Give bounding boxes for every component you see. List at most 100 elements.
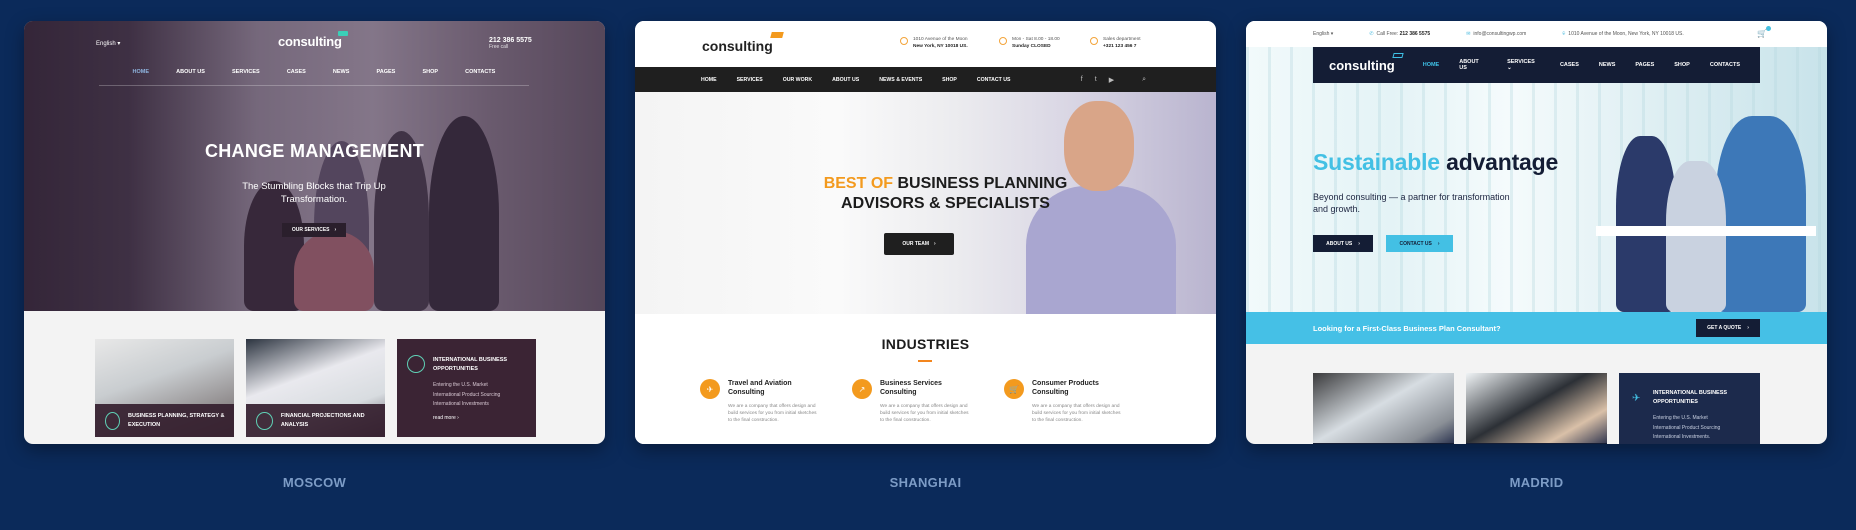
nav-contacts[interactable]: CONTACTS: [1710, 62, 1740, 68]
nav-services[interactable]: SERVICES ⌄: [1507, 59, 1540, 71]
cart-icon: 🛒: [1004, 379, 1024, 399]
tile-line: International Product Sourcing: [1653, 424, 1721, 431]
chevron-right-icon: ›: [1747, 325, 1749, 331]
cta-banner: Looking for a First-Class Business Plan …: [1246, 312, 1827, 344]
twitter-icon[interactable]: t: [1095, 76, 1097, 84]
logo[interactable]: consulting: [1329, 52, 1404, 73]
nav-shop[interactable]: SHOP: [422, 69, 438, 75]
nav-home[interactable]: HOME: [133, 69, 150, 75]
read-more-link[interactable]: read more ›: [433, 415, 459, 421]
nav-contact-us[interactable]: CONTACT US: [977, 77, 1011, 83]
contact-us-button[interactable]: CONTACT US ›: [1386, 235, 1453, 252]
email-link[interactable]: ✉ info@consultingwp.com: [1466, 31, 1526, 37]
industry-item[interactable]: ✈ Travel and Aviation Consulting We are …: [700, 379, 820, 424]
nav-cases[interactable]: CASES: [287, 69, 306, 75]
our-team-button[interactable]: OUR TEAM ›: [884, 233, 954, 255]
facebook-icon[interactable]: f: [1081, 76, 1083, 84]
about-us-button[interactable]: ABOUT US ›: [1313, 235, 1373, 252]
plant-hand-icon: [105, 411, 121, 430]
service-tile[interactable]: FINANCIAL PROJECTIONS AND ANALYSIS: [246, 339, 385, 437]
chevron-right-icon: ›: [1437, 240, 1440, 247]
city-label-shanghai[interactable]: SHANGHAI: [635, 475, 1216, 490]
city-label-moscow[interactable]: MOSCOW: [24, 475, 605, 490]
service-tile[interactable]: [1313, 373, 1454, 444]
search-icon[interactable]: ⌕: [1142, 76, 1146, 84]
madrid-preview-card[interactable]: English ▾ ✆ Call Free: 212 386 5575 ✉ info…: [1246, 21, 1827, 444]
industry-item[interactable]: 🛒 Consumer Products Consulting We are a …: [1004, 379, 1124, 424]
mail-icon: ✉: [1466, 31, 1471, 37]
youtube-icon[interactable]: ▶: [1109, 76, 1114, 84]
hero-subtitle: Beyond consulting — a partner for transf…: [1313, 192, 1510, 214]
industries-section: INDUSTRIES ✈ Travel and Aviation Consult…: [635, 314, 1216, 444]
tile-line: Entering the U.S. Market: [1653, 415, 1708, 421]
our-services-button[interactable]: OUR SERVICES ›: [282, 223, 346, 237]
banner-text: Looking for a First-Class Business Plan …: [1313, 323, 1501, 333]
map-pin-icon: ⌾: [1562, 31, 1566, 37]
tile-line: International Investments.: [1653, 434, 1711, 440]
language-selector[interactable]: English ▾: [1313, 31, 1333, 37]
tile-line: International Investments: [433, 401, 489, 407]
shanghai-preview-card[interactable]: consulting 1010 Avenue of the Moon New Yo…: [635, 21, 1216, 444]
phone-icon: [1090, 37, 1098, 45]
nav-services[interactable]: SERVICES: [232, 69, 260, 75]
city-label-madrid[interactable]: MADRID: [1246, 475, 1827, 490]
tile-title: INTERNATIONAL BUSINESS OPPORTUNITIES: [1653, 390, 1728, 405]
sales-info: Sales department +321 123 456 7: [1090, 36, 1141, 50]
head-gauge-icon: [256, 411, 273, 430]
nav-shop[interactable]: SHOP: [1674, 62, 1690, 68]
main-nav: HOME ABOUT US SERVICES CASES NEWS PAGES …: [99, 69, 529, 86]
nav-home[interactable]: HOME: [1423, 62, 1440, 68]
nav-news-events[interactable]: NEWS & EVENTS: [879, 77, 922, 83]
hero-image: [24, 21, 605, 311]
social-links: f t ▶ ⌕: [1081, 76, 1146, 84]
moscow-preview-card[interactable]: English ▾ consulting 212 386 5575 Free ca…: [24, 21, 605, 444]
hero-title: Sustainable advantage: [1313, 149, 1559, 175]
logo[interactable]: consulting: [278, 31, 348, 49]
nav-our-work[interactable]: OUR WORK: [783, 77, 812, 83]
address: ⌾ 1010 Avenue of the Moon, New York, NY 1…: [1562, 31, 1684, 37]
phone-contact: 212 386 5575 Free call: [489, 37, 532, 50]
nav-about-us[interactable]: ABOUT US: [832, 77, 859, 83]
industry-text: We are a company that offers design and …: [728, 404, 817, 423]
industry-text: We are a company that offers design and …: [880, 404, 969, 423]
tile-line: International Product Sourcing: [433, 391, 501, 398]
tile-line: Entering the U.S. Market: [433, 382, 488, 388]
get-a-quote-button[interactable]: GET A QUOTE ›: [1696, 319, 1760, 337]
nav-about-us[interactable]: ABOUT US: [1459, 59, 1487, 71]
logo-badge-icon: [1392, 52, 1404, 58]
service-tile[interactable]: ✈ INTERNATIONAL BUSINESS OPPORTUNITIES E…: [1619, 373, 1760, 444]
call-free: ✆ Call Free: 212 386 5575: [1369, 31, 1431, 37]
clock-icon: [999, 37, 1007, 45]
title-divider: [918, 360, 932, 362]
hero-subtitle: The Stumbling Blocks that Trip Up Transf…: [242, 181, 386, 205]
industry-item[interactable]: ↗ Business Services Consulting We are a …: [852, 379, 972, 424]
chevron-right-icon: ›: [334, 227, 337, 233]
nav-pages[interactable]: PAGES: [1635, 62, 1654, 68]
cart-icon[interactable]: 🛒: [1757, 26, 1771, 38]
nav-news[interactable]: NEWS: [1599, 62, 1616, 68]
main-nav: consulting HOME ABOUT US SERVICES ⌄ CASE…: [1313, 47, 1760, 83]
airplane-icon: ✈: [700, 379, 720, 399]
chevron-right-icon: ›: [934, 241, 936, 247]
chart-growth-icon: ↗: [852, 379, 872, 399]
language-selector[interactable]: English ▾: [96, 40, 120, 47]
cart-badge: [1766, 26, 1771, 31]
nav-pages[interactable]: PAGES: [377, 69, 396, 75]
tile-title: INTERNATIONAL BUSINESS OPPORTUNITIES: [433, 357, 508, 372]
logo[interactable]: consulting: [702, 32, 784, 54]
nav-cases[interactable]: CASES: [1560, 62, 1579, 68]
airplane-icon: ✈: [1632, 393, 1641, 404]
nav-shop[interactable]: SHOP: [942, 77, 957, 83]
service-tile[interactable]: [1466, 373, 1607, 444]
chevron-right-icon: ›: [1358, 240, 1360, 247]
header-top: consulting 1010 Avenue of the Moon New Yo…: [635, 21, 1216, 67]
nav-services[interactable]: SERVICES: [737, 77, 763, 83]
nav-news[interactable]: NEWS: [333, 69, 350, 75]
nav-about-us[interactable]: ABOUT US: [176, 69, 205, 75]
nav-home[interactable]: HOME: [701, 77, 717, 83]
service-tile[interactable]: INTERNATIONAL BUSINESS OPPORTUNITIES Ent…: [397, 339, 536, 437]
hero-title: CHANGE MANAGEMENT: [204, 141, 425, 161]
phone-icon: ✆: [1369, 31, 1374, 37]
service-tile[interactable]: BUSINESS PLANNING, STRATEGY & EXECUTION: [95, 339, 234, 437]
nav-contacts[interactable]: CONTACTS: [465, 69, 495, 75]
